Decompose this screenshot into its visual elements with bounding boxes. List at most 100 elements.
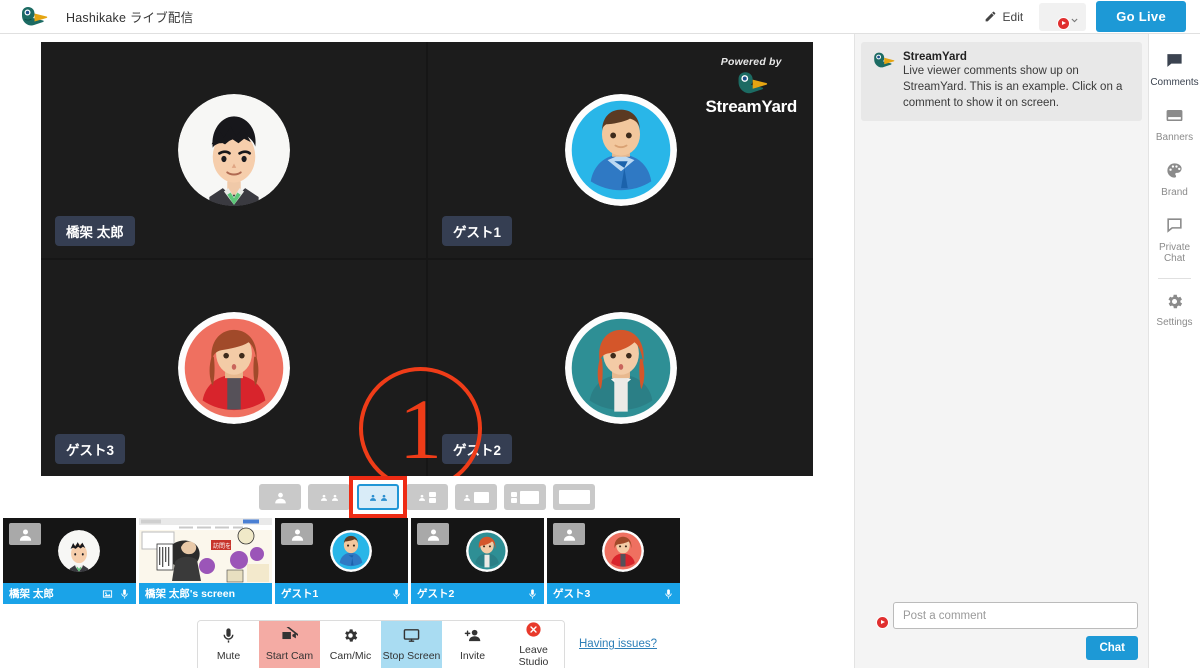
studio-area: 橋架 太郎 ゲスト1 ゲスト3 ゲスト2 Powered by StreamYa…	[0, 34, 854, 668]
destination-selector[interactable]	[1039, 2, 1087, 31]
participant-thumbnail-screen[interactable]: 訪問を 橋架 太郎's screen	[139, 518, 272, 604]
person-icon	[273, 491, 288, 504]
participant-thumbnail[interactable]: ゲスト1	[275, 518, 408, 604]
participant-name-tag: ゲスト3	[55, 434, 126, 464]
streamyard-duck-logo-icon[interactable]	[18, 5, 48, 29]
layout-option-solo[interactable]	[259, 484, 301, 510]
microphone-icon[interactable]	[663, 588, 674, 600]
participant-name-tag: ゲスト2	[442, 434, 513, 464]
comments-list[interactable]: StreamYard Live viewer comments show up …	[855, 34, 1148, 594]
rail-label-brand: Brand	[1161, 186, 1188, 198]
youtube-destination-avatar	[1044, 6, 1071, 30]
video-tile[interactable]: 橋架 太郎	[41, 42, 426, 258]
leave-studio-button[interactable]: Leave Studio	[503, 621, 564, 668]
layout-option-person-screen[interactable]	[455, 484, 497, 510]
avatar	[57, 529, 100, 572]
thumbnail-label: 橋架 太郎's screen	[145, 588, 236, 600]
person-icon	[331, 491, 339, 504]
layout-option-group-strip[interactable]	[406, 484, 448, 510]
microphone-icon[interactable]	[391, 588, 402, 600]
leave-studio-label: Leave Studio	[518, 644, 549, 668]
stage-container: 橋架 太郎 ゲスト1 ゲスト3 ゲスト2 Powered by StreamYa…	[0, 34, 854, 476]
gear-icon	[1165, 292, 1184, 315]
participant-thumbnail-strip: 橋架 太郎 訪問を 橋架 太郎's screen ゲスト1 ゲスト2 ゲスト3	[0, 510, 854, 604]
chat-icon	[1165, 216, 1184, 239]
chat-send-button[interactable]: Chat	[1086, 636, 1138, 660]
broadcast-stage: 橋架 太郎 ゲスト1 ゲスト3 ゲスト2 Powered by StreamYa…	[41, 42, 813, 476]
top-bar-actions: Edit Go Live	[978, 1, 1190, 32]
person-icon	[320, 491, 328, 504]
camera-placeholder-icon	[553, 523, 585, 545]
comment-item[interactable]: StreamYard Live viewer comments show up …	[861, 42, 1142, 121]
screen-box-icon	[474, 491, 489, 503]
camera-placeholder-icon	[9, 523, 41, 545]
youtube-destination-avatar	[863, 605, 889, 629]
add-person-icon	[464, 627, 481, 647]
participant-name-tag: 橋架 太郎	[55, 216, 135, 246]
banner-icon	[1165, 106, 1184, 129]
studio-toolbar-area: Mute Start Cam Cam/Mic Stop Screen Invit…	[0, 620, 854, 668]
comment-composer: Chat	[855, 594, 1148, 668]
video-tile[interactable]: ゲスト2	[428, 260, 813, 476]
rail-item-settings[interactable]: Settings	[1149, 283, 1200, 338]
rail-item-banners[interactable]: Banners	[1149, 97, 1200, 152]
thumbnail-label: ゲスト3	[553, 588, 591, 600]
comment-author: StreamYard	[903, 51, 967, 63]
mute-label: Mute	[216, 650, 241, 662]
rail-item-comments[interactable]: Comments	[1149, 42, 1200, 97]
person-icon	[463, 491, 471, 504]
video-tile[interactable]: ゲスト3	[41, 260, 426, 476]
camera-off-icon	[281, 625, 301, 647]
video-grid: 橋架 太郎 ゲスト1 ゲスト3 ゲスト2	[41, 42, 813, 476]
pencil-icon	[984, 10, 997, 23]
mute-button[interactable]: Mute	[198, 621, 259, 668]
close-circle-icon	[525, 621, 542, 641]
rail-item-brand[interactable]: Brand	[1149, 152, 1200, 207]
comment-text: Live viewer comments show up on StreamYa…	[903, 65, 1123, 109]
thumbnail-label: ゲスト1	[281, 588, 319, 600]
rail-item-private-chat[interactable]: Private Chat	[1149, 207, 1200, 274]
layout-option-strip-screen[interactable]	[504, 484, 546, 510]
microphone-icon	[220, 627, 237, 647]
video-tile[interactable]: ゲスト1	[428, 42, 813, 258]
layout-selector	[0, 476, 854, 518]
participant-thumbnail[interactable]: ゲスト2	[411, 518, 544, 604]
camera-placeholder-icon	[281, 523, 313, 545]
comment-input[interactable]	[893, 602, 1138, 629]
rail-label-private-chat: Private Chat	[1158, 241, 1191, 265]
participant-thumbnail[interactable]: 橋架 太郎	[3, 518, 136, 604]
avatar	[177, 312, 290, 424]
start-cam-button[interactable]: Start Cam	[259, 621, 320, 668]
rail-label-settings: Settings	[1156, 317, 1193, 328]
comments-panel: StreamYard Live viewer comments show up …	[854, 34, 1148, 668]
thumbnail-label: 橋架 太郎	[9, 588, 54, 600]
edit-button[interactable]: Edit	[978, 7, 1030, 27]
person-icon	[369, 491, 377, 504]
broadcast-title: Hashikake ライブ配信	[66, 11, 194, 25]
layout-option-screen-only[interactable]	[553, 484, 595, 510]
gear-icon	[342, 627, 359, 647]
screen-box-icon	[558, 490, 590, 504]
go-live-button[interactable]: Go Live	[1096, 1, 1186, 32]
top-bar: Hashikake ライブ配信 Edit Go Live	[0, 0, 1200, 34]
stop-screen-button[interactable]: Stop Screen	[381, 621, 442, 668]
rail-divider	[1158, 277, 1191, 279]
tool-rail: Comments Banners Brand Private Chat Sett…	[1148, 34, 1200, 668]
layout-option-two-side[interactable]	[308, 484, 350, 510]
layout-option-two-equal[interactable]	[357, 484, 399, 510]
invite-button[interactable]: Invite	[442, 621, 503, 668]
avatar	[564, 312, 677, 424]
camera-placeholder-icon	[417, 523, 449, 545]
microphone-icon[interactable]	[527, 588, 538, 600]
stop-screen-label: Stop Screen	[382, 650, 441, 662]
cam-mic-label: Cam/Mic	[329, 650, 372, 662]
participant-thumbnail[interactable]: ゲスト3	[547, 518, 680, 604]
cam-mic-settings-button[interactable]: Cam/Mic	[320, 621, 381, 668]
microphone-icon[interactable]	[119, 588, 130, 600]
image-icon[interactable]	[102, 588, 113, 600]
monitor-icon	[403, 627, 420, 647]
avatar	[564, 94, 677, 206]
having-issues-link[interactable]: Having issues?	[579, 638, 657, 650]
studio-toolbar: Mute Start Cam Cam/Mic Stop Screen Invit…	[197, 620, 565, 668]
avatar	[601, 529, 644, 572]
